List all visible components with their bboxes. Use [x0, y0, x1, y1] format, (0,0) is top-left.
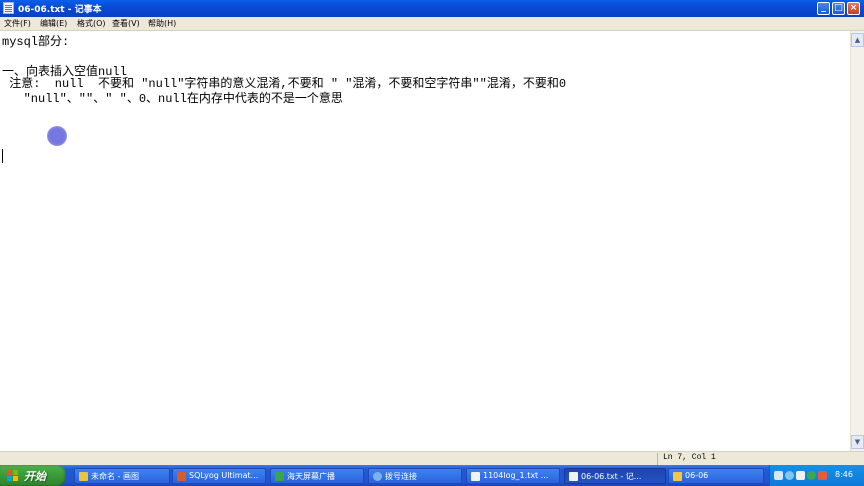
- taskbar-item-broadcast[interactable]: 海天屏幕广播: [270, 468, 364, 484]
- mouse-pointer-highlight: [47, 126, 67, 146]
- taskbar-item-dialup[interactable]: 拨号连接: [368, 468, 462, 484]
- menu-bar: 文件(F) 编辑(E) 格式(O) 查看(V) 帮助(H): [0, 17, 864, 31]
- cursor-position: Ln 7, Col 1: [663, 453, 716, 462]
- paint-icon: [79, 472, 88, 481]
- vertical-scrollbar[interactable]: ▲ ▼: [850, 31, 864, 451]
- status-bar: Ln 7, Col 1: [0, 451, 864, 466]
- minimize-button[interactable]: _: [817, 2, 830, 15]
- broadcast-icon: [275, 472, 284, 481]
- text-line: 注意: null 不要和 "null"字符串的意义混淆,不要和 " "混淆，不要…: [2, 77, 567, 91]
- taskbar-item-label: 06-06.txt - 记...: [581, 472, 642, 481]
- start-label: 开始: [24, 471, 46, 483]
- taskbar-item-log-file[interactable]: 1104log_1.txt ...: [466, 468, 560, 484]
- menu-help[interactable]: 帮助(H): [148, 18, 176, 29]
- text-editor[interactable]: mysql部分: 一、向表插入空值null 注意: null 不要和 "null…: [0, 31, 850, 451]
- taskbar-item-paint[interactable]: 未命名 - 画图: [74, 468, 170, 484]
- text-file-icon: [471, 472, 480, 481]
- text-line: "null"、""、" "、0、null在内存中代表的不是一个意思: [2, 92, 343, 106]
- taskbar-item-notepad[interactable]: 06-06.txt - 记...: [564, 468, 666, 484]
- menu-edit[interactable]: 编辑(E): [40, 18, 67, 29]
- network-icon: [373, 472, 382, 481]
- menu-format[interactable]: 格式(O): [77, 18, 106, 29]
- system-tray: 8:46: [769, 465, 864, 486]
- notepad-icon: [3, 2, 14, 14]
- taskbar-item-folder[interactable]: 06-06: [668, 468, 764, 484]
- menu-file[interactable]: 文件(F): [4, 18, 31, 29]
- close-button[interactable]: ×: [847, 2, 860, 15]
- taskbar-item-label: SQLyog Ultimat...: [189, 471, 259, 480]
- maximize-button[interactable]: □: [832, 2, 845, 15]
- taskbar-item-label: 06-06: [685, 471, 709, 480]
- security-icon[interactable]: [807, 471, 816, 480]
- scroll-up-arrow-icon[interactable]: ▲: [851, 33, 864, 47]
- taskbar-item-label: 拨号连接: [385, 472, 417, 481]
- input-method-icon[interactable]: [818, 471, 827, 480]
- scroll-down-arrow-icon[interactable]: ▼: [851, 435, 864, 449]
- speaker-icon[interactable]: [796, 471, 805, 480]
- menu-view[interactable]: 查看(V): [112, 18, 140, 29]
- title-bar[interactable]: 06-06.txt - 记事本 _ □ ×: [0, 0, 864, 17]
- text-line: mysql部分:: [2, 35, 70, 49]
- text-caret: [2, 149, 3, 163]
- taskbar-item-sqlyog[interactable]: SQLyog Ultimat...: [172, 468, 266, 484]
- text-file-icon: [569, 472, 578, 481]
- clock[interactable]: 8:46: [835, 470, 853, 479]
- sqlyog-icon: [177, 472, 186, 481]
- windows-logo-icon: [7, 470, 18, 481]
- start-button[interactable]: 开始: [0, 465, 66, 486]
- status-divider: [657, 453, 658, 465]
- taskbar-item-label: 海天屏幕广播: [287, 472, 335, 481]
- display-icon[interactable]: [774, 471, 783, 480]
- taskbar-item-label: 1104log_1.txt ...: [483, 471, 549, 480]
- taskbar-item-label: 未命名 - 画图: [91, 472, 139, 481]
- folder-icon: [673, 472, 682, 481]
- taskbar: 开始 未命名 - 画图 SQLyog Ultimat... 海天屏幕广播 拨号连…: [0, 465, 864, 486]
- network-icon[interactable]: [785, 471, 794, 480]
- window-title: 06-06.txt - 记事本: [18, 5, 102, 15]
